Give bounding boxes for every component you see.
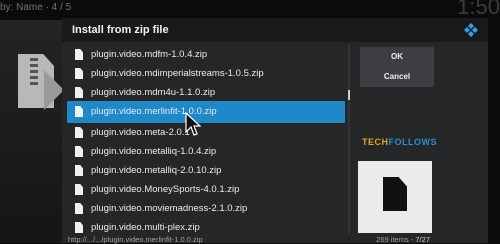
watermark-part1: TECH [362, 137, 389, 147]
file-icon [75, 146, 83, 157]
file-icon [75, 203, 83, 214]
file-preview-icon [383, 177, 407, 211]
scrollbar-track[interactable] [348, 44, 350, 234]
file-icon [75, 165, 83, 176]
file-name: plugin.video.moviemadness-2.1.0.zip [91, 203, 248, 214]
file-icon [75, 127, 83, 138]
file-icon [75, 68, 83, 79]
file-name: plugin.video.mdfm-1.0.4.zip [91, 49, 208, 60]
file-name: plugin.video.meta-2.0.1 [91, 127, 190, 138]
dialog-title: Install from zip file [72, 24, 169, 36]
scrollbar-thumb[interactable] [348, 90, 350, 100]
background-sort-label: by: Name · 4 / 5 [0, 2, 72, 13]
ok-button[interactable]: OK [360, 47, 434, 67]
zip-teeth-icon [30, 58, 38, 88]
background-side-panel [0, 20, 62, 243]
cancel-button[interactable]: Cancel [360, 67, 434, 87]
file-icon [75, 184, 83, 195]
kodi-logo-icon [464, 23, 478, 37]
file-icon [75, 49, 83, 60]
file-icon [75, 106, 83, 117]
file-name: plugin.video.metalliq-1.0.4.zip [91, 146, 217, 157]
file-icon [75, 222, 83, 233]
dialog-titlebar: Install from zip file [62, 18, 488, 42]
file-name: plugin.video.MoneySports-4.0.1.zip [91, 184, 240, 195]
techfollows-watermark: TECHFOLLOWS [362, 137, 437, 147]
file-name: plugin.video.metalliq-2.0.10.zip [91, 165, 222, 176]
file-row-selected[interactable]: plugin.video.merlinfit-1.0.0.zip [67, 101, 345, 123]
background-clock: 1:50 [457, 0, 500, 19]
file-icon [75, 87, 83, 98]
install-from-zip-dialog: Install from zip file plugin.video.mdfm-… [62, 18, 488, 244]
mouse-pointer-icon [185, 112, 201, 136]
file-list: plugin.video.mdfm-1.0.4.zip plugin.video… [67, 44, 345, 233]
file-name: plugin.video.multi-plex.zip [91, 222, 200, 233]
file-preview-thumbnail [358, 161, 432, 233]
file-name: plugin.video.mdimperialstreams-1.0.5.zip [91, 68, 264, 79]
watermark-part2: FOLLOWS [388, 137, 437, 147]
file-name: plugin.video.mdm4u-1.1.0.zip [91, 87, 216, 98]
